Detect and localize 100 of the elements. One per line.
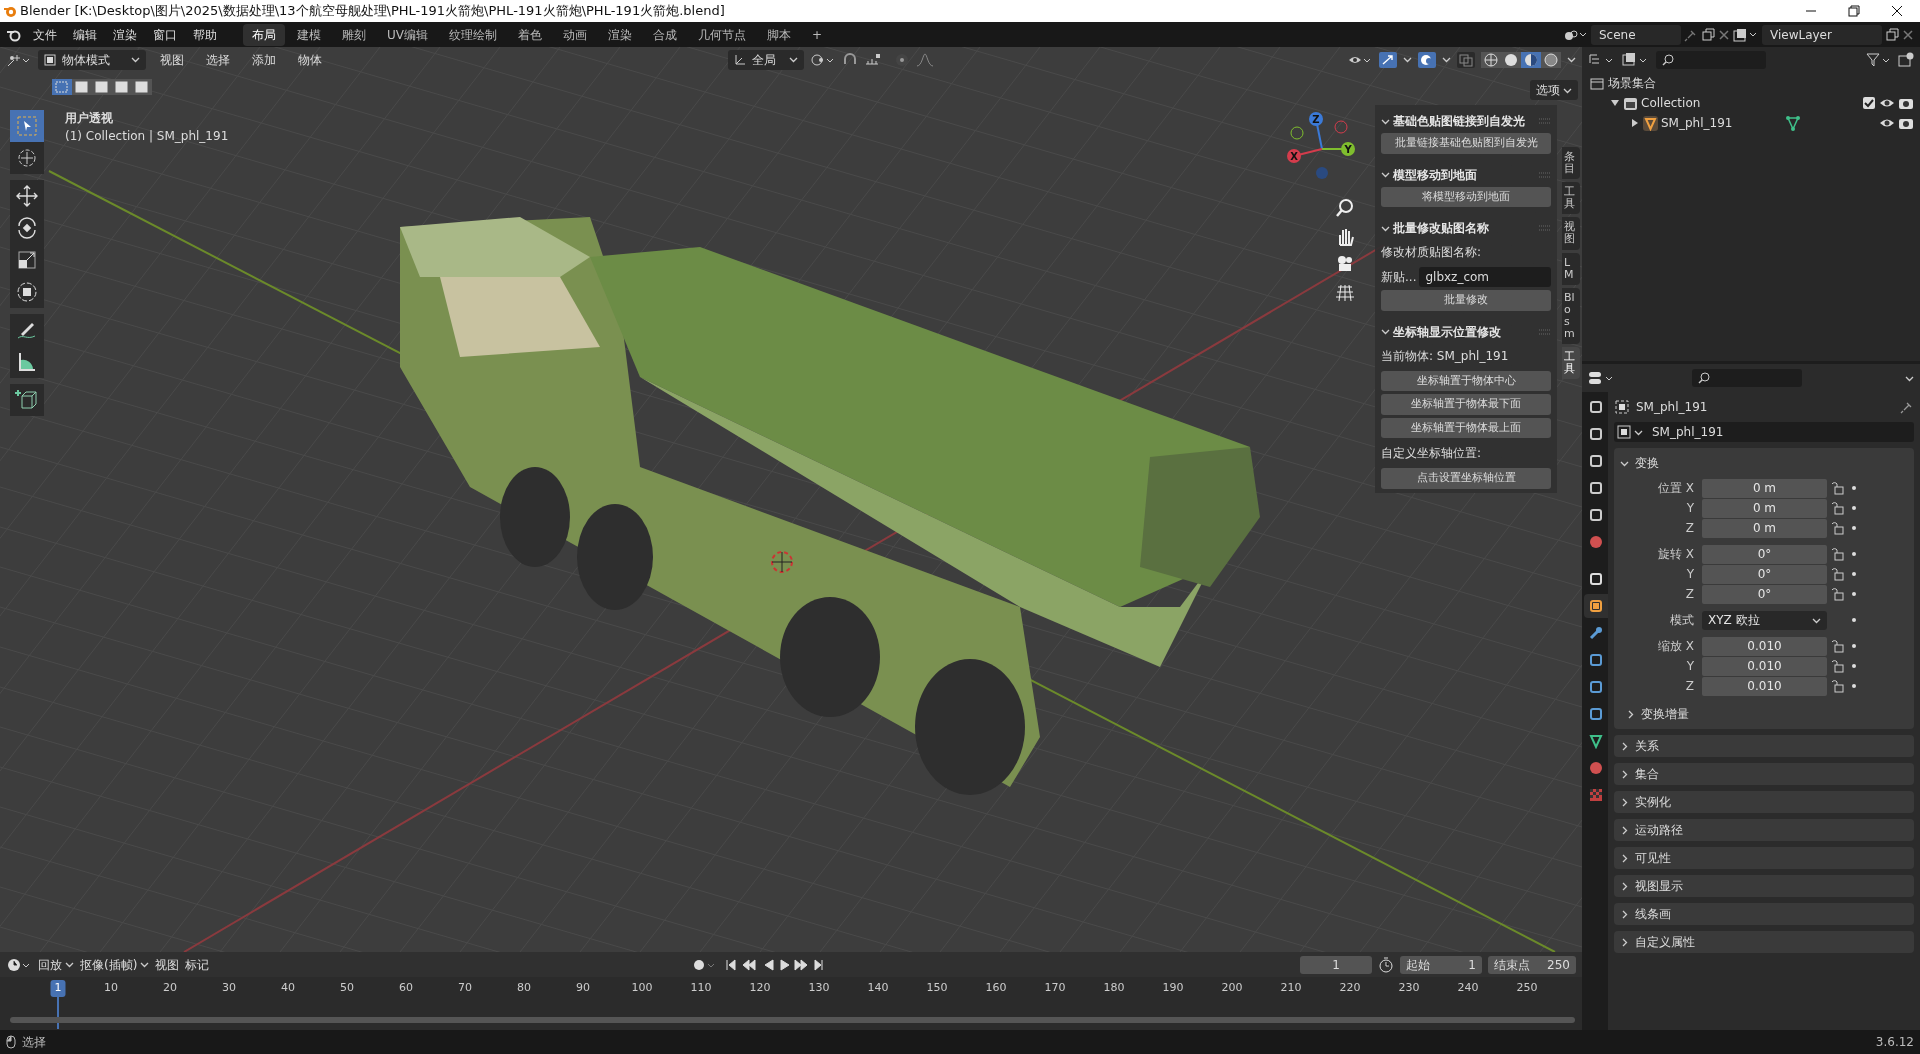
timeline-scrollbar[interactable] (10, 1017, 1575, 1023)
drag-handle-icon[interactable] (1539, 328, 1551, 335)
rendered-shading-icon[interactable] (1541, 51, 1561, 68)
workspace-tab[interactable]: 合成 (644, 23, 686, 46)
panel-button[interactable]: 批量链接基础色贴图到自发光 (1381, 133, 1551, 154)
image-stack-icon[interactable] (1733, 27, 1759, 42)
workspace-tab[interactable]: UV编辑 (378, 23, 437, 46)
zoom-icon[interactable] (1334, 197, 1356, 219)
panel-title[interactable]: 基础色贴图链接到自发光 (1393, 112, 1536, 130)
sidebar-tab[interactable]: 条目 (1562, 147, 1580, 180)
start-frame-field[interactable]: 起始 1 (1400, 955, 1482, 974)
camera-icon[interactable] (1898, 116, 1914, 130)
workspace-tab[interactable]: 脚本 (758, 23, 800, 46)
panel-button[interactable]: 将模型移动到地面 (1381, 186, 1551, 207)
collapsed-panel[interactable]: 视图显示 (1614, 875, 1914, 898)
number-field[interactable]: 0° (1702, 584, 1827, 604)
options-dropdown[interactable]: 选项 (1530, 80, 1578, 100)
material-shading-icon[interactable] (1521, 51, 1541, 68)
navigation-gizmo[interactable]: Z Y X (1282, 109, 1362, 189)
checkbox[interactable] (1862, 96, 1876, 110)
add-workspace-button[interactable]: + (803, 23, 832, 46)
tool-button[interactable] (10, 276, 44, 308)
panel-title[interactable]: 批量修改贴图名称 (1393, 219, 1536, 237)
number-field[interactable]: 0 m (1702, 498, 1827, 518)
search-field[interactable] (1692, 369, 1802, 388)
stopwatch-icon[interactable] (1378, 956, 1394, 973)
mesh-data-icon[interactable] (1785, 115, 1802, 131)
menu-item[interactable]: 抠像(插帧) (80, 955, 138, 974)
menu-item[interactable]: 物体 (290, 50, 330, 69)
collapsed-panel[interactable]: 实例化 (1614, 791, 1914, 814)
xray-toggle-icon[interactable] (1457, 51, 1475, 68)
number-field[interactable]: 0° (1702, 544, 1827, 564)
scene-icon[interactable] (1564, 27, 1588, 42)
workspace-tab[interactable]: 纹理绘制 (440, 23, 506, 46)
drag-handle-icon[interactable] (1539, 171, 1551, 178)
menu-item[interactable]: 回放 (38, 955, 62, 974)
menu-item[interactable]: 添加 (244, 50, 284, 69)
tool-button[interactable] (10, 384, 44, 416)
mode-dropdown[interactable]: 物体模式 (38, 49, 146, 70)
menu-item[interactable]: 选择 (198, 50, 238, 69)
panel-button[interactable]: 坐标轴置于物体最下面 (1381, 394, 1551, 415)
workspace-tab[interactable]: 动画 (554, 23, 596, 46)
outliner-item[interactable]: Collection (1641, 94, 1701, 112)
number-field[interactable]: 0.010 (1702, 676, 1827, 696)
clock-editor-icon[interactable] (6, 956, 32, 973)
orientation-dropdown[interactable]: 全局 (728, 49, 804, 70)
chevron-down-icon[interactable] (1381, 327, 1390, 336)
menu-item[interactable]: 文件 (25, 25, 65, 44)
select-mode-icon[interactable] (132, 79, 152, 95)
collapsed-arrow-icon[interactable] (1630, 118, 1640, 128)
workspace-tab[interactable]: 渲染 (599, 23, 641, 46)
menu-item[interactable]: 视图 (155, 955, 180, 974)
workspace-tab[interactable]: 几何节点 (689, 23, 755, 46)
gizmo-toggle-icon[interactable] (1379, 51, 1397, 68)
select-mode-icon[interactable] (92, 79, 112, 95)
camera-icon[interactable] (1898, 96, 1914, 110)
tool-button[interactable] (10, 180, 44, 212)
chevron-right-icon[interactable] (1626, 709, 1635, 719)
chevron-down-icon[interactable] (1381, 170, 1390, 179)
menu-item[interactable]: 渲染 (105, 25, 145, 44)
wireframe-shading-icon[interactable] (1481, 51, 1501, 68)
drag-handle-icon[interactable] (1539, 118, 1551, 124)
number-field[interactable]: 0.010 (1702, 656, 1827, 676)
sidebar-tab[interactable]: Blosm (1562, 287, 1580, 345)
menu-item[interactable]: 编辑 (65, 25, 105, 44)
overlay-toggle-icon[interactable] (1418, 51, 1436, 68)
proportional-edit-icon[interactable] (894, 51, 910, 68)
filter-icon[interactable] (1866, 52, 1892, 68)
number-field[interactable]: 0.010 (1702, 636, 1827, 656)
new-collection-icon[interactable] (1898, 52, 1914, 68)
rotation-mode-dropdown[interactable]: XYZ 欧拉 (1702, 610, 1827, 630)
panel-button[interactable]: 坐标轴置于物体最上面 (1381, 417, 1551, 438)
subpanel-title[interactable]: 变换增量 (1641, 705, 1689, 724)
select-mode-icon[interactable] (72, 79, 92, 95)
panel-button[interactable]: 坐标轴置于物体中心 (1381, 370, 1551, 391)
collapsed-panel[interactable]: 运动路径 (1614, 819, 1914, 842)
menu-item[interactable]: 窗口 (145, 25, 185, 44)
pivot-icon[interactable] (810, 51, 836, 68)
menu-item[interactable]: 视图 (152, 50, 192, 69)
collapsed-panel[interactable]: 自定义属性 (1614, 931, 1914, 954)
workspace-tab[interactable]: 布局 (243, 23, 285, 46)
collapsed-panel[interactable]: 可见性 (1614, 847, 1914, 870)
panel-button[interactable]: 批量修改 (1381, 290, 1551, 311)
search-field[interactable] (1656, 51, 1766, 69)
expanded-arrow-icon[interactable] (1610, 98, 1620, 108)
workspace-tab[interactable]: 建模 (288, 23, 330, 46)
outliner-item[interactable]: SM_phl_191 (1661, 114, 1733, 132)
workspace-tab[interactable]: 雕刻 (333, 23, 375, 46)
text-field[interactable]: glbxz_com (1419, 267, 1551, 287)
menu-item[interactable]: 帮助 (185, 25, 225, 44)
number-field[interactable]: 0° (1702, 564, 1827, 584)
number-field[interactable]: 0 m (1702, 478, 1827, 498)
playhead-frame[interactable]: 1 (50, 980, 66, 997)
select-mode-icon[interactable] (112, 79, 132, 95)
panel-title[interactable]: 变换 (1635, 454, 1908, 473)
collapsed-panel[interactable]: 线条画 (1614, 903, 1914, 926)
end-frame-field[interactable]: 结束点 250 (1488, 955, 1576, 974)
pin-icon[interactable] (1900, 400, 1914, 415)
properties-tab[interactable] (1584, 594, 1608, 619)
workspace-tab[interactable]: 着色 (509, 23, 551, 46)
